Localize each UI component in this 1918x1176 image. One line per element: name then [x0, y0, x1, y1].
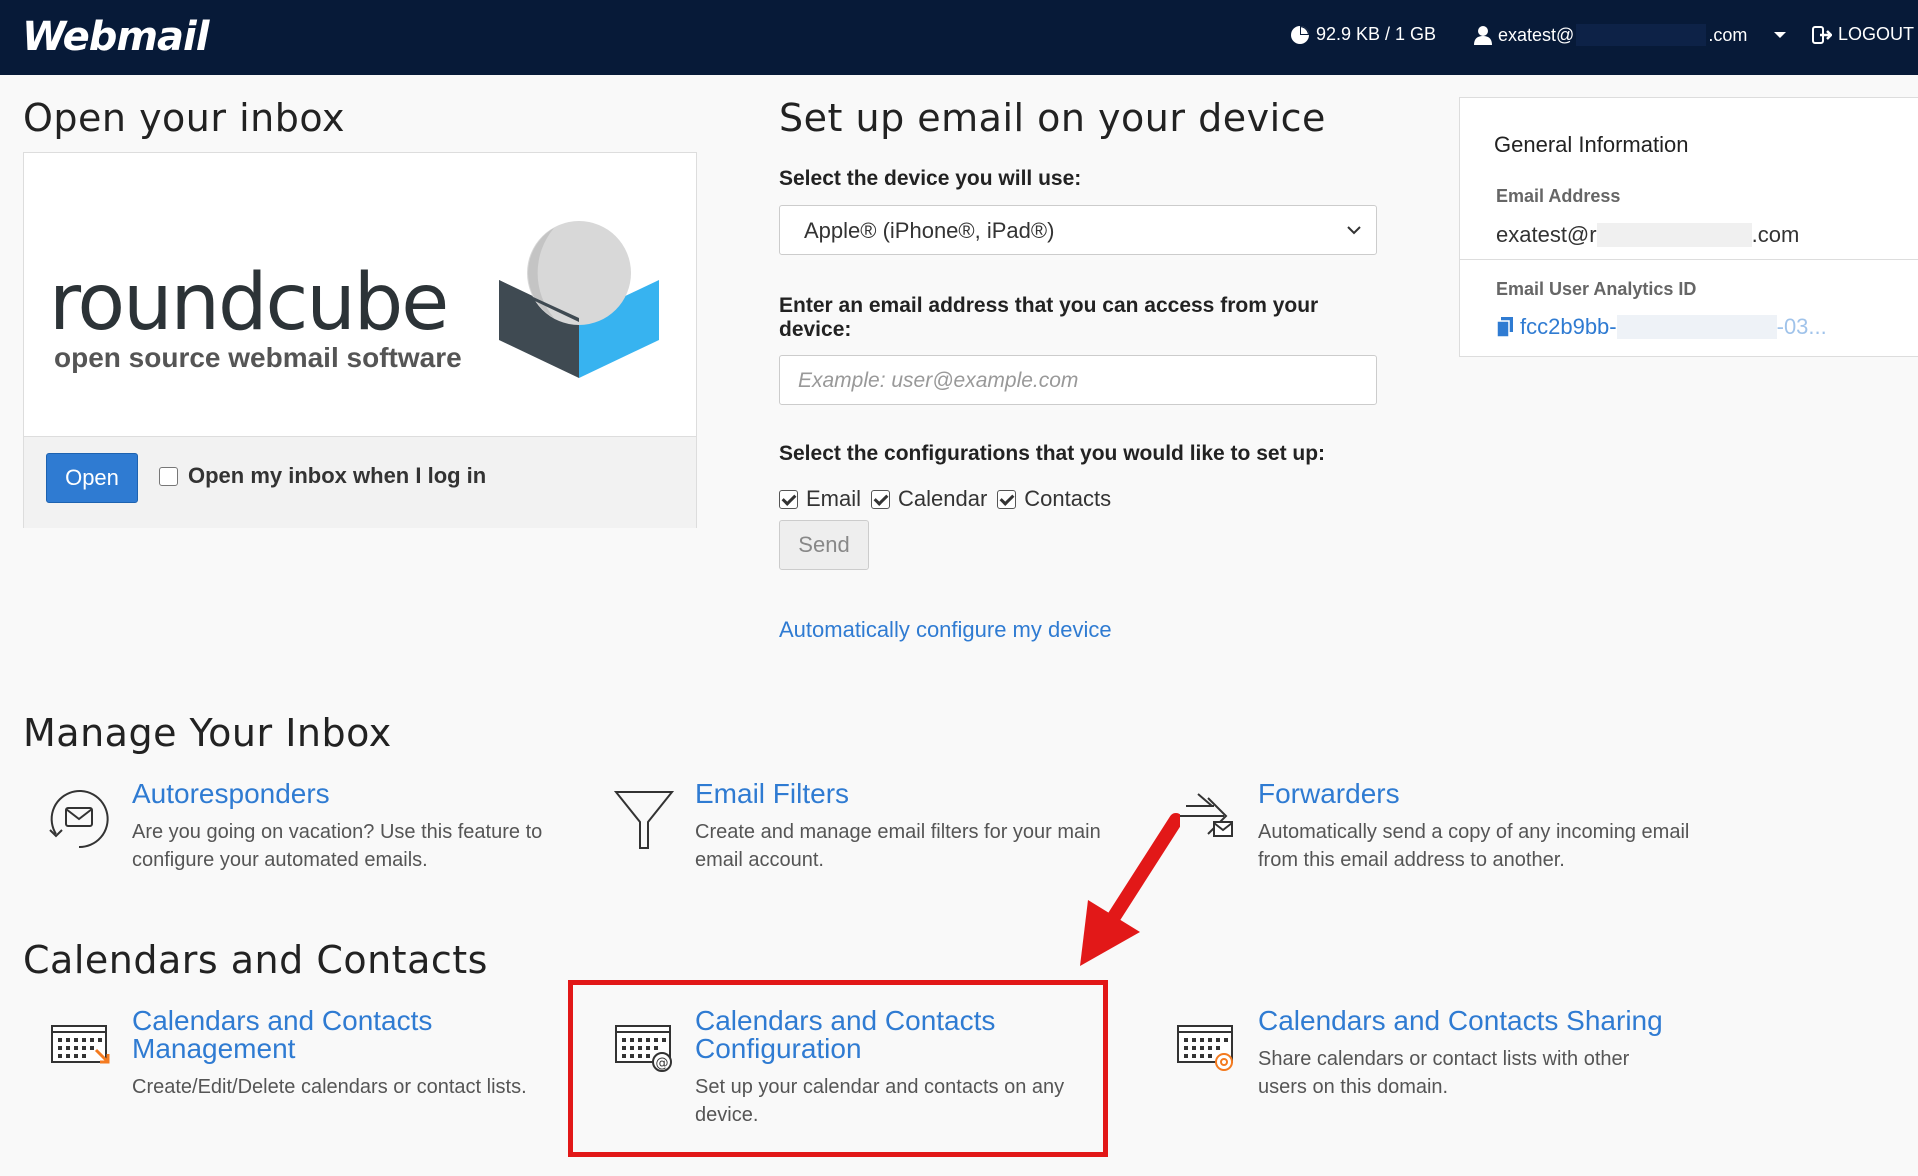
calendars-sharing-link[interactable]: Calendars and Contacts Sharing: [1258, 1007, 1698, 1035]
device-setup-heading: Set up email on your device: [779, 96, 1326, 140]
calendars-sharing-item: Calendars and Contacts Sharing Share cal…: [1258, 1007, 1698, 1101]
config-contacts-label: Contacts: [1024, 486, 1112, 511]
config-calendar-label: Calendar: [898, 486, 988, 511]
email-prefix: exatest@r: [1496, 222, 1597, 247]
email-address-info-value: exatest@r .com: [1496, 222, 1799, 248]
analytics-id-value[interactable]: fcc2b9bb- -03...: [1496, 314, 1827, 340]
calendars-management-link[interactable]: Calendars and Contacts Management: [132, 1007, 572, 1063]
open-on-login-label: Open my inbox when I log in: [188, 463, 487, 488]
config-checkboxes: Email Calendar Contacts: [779, 486, 1121, 512]
config-calendar-checkbox[interactable]: [871, 489, 891, 509]
forwarders-link[interactable]: Forwarders: [1258, 780, 1698, 808]
config-calendar-option[interactable]: Calendar: [871, 486, 987, 512]
email-suffix: .com: [1751, 222, 1800, 247]
calendars-management-item: Calendars and Contacts Management Create…: [132, 1007, 572, 1101]
general-info-panel: General Information Email Address exates…: [1459, 97, 1918, 357]
device-select-label: Select the device you will use:: [779, 167, 1082, 190]
roundcube-cube-icon: [499, 221, 659, 378]
redacted-block: [1596, 223, 1752, 247]
annotation-arrow-icon: [1080, 813, 1180, 966]
config-contacts-checkbox[interactable]: [997, 489, 1017, 509]
quota-text: 92.9 KB / 1 GB: [1316, 24, 1437, 44]
user-email-prefix: exatest@: [1498, 24, 1575, 45]
general-info-title: General Information: [1494, 132, 1689, 157]
autoresponders-item: Autoresponders Are you going on vacation…: [132, 780, 572, 874]
redacted-block: [1576, 24, 1707, 46]
autoresponder-icon: [49, 790, 109, 849]
divider: [1460, 259, 1918, 260]
analytics-id-label: Email User Analytics ID: [1496, 279, 1697, 299]
logout-label: LOGOUT: [1838, 24, 1915, 44]
brand-logo[interactable]: Webmail: [22, 14, 209, 60]
calendars-contacts-heading: Calendars and Contacts: [23, 938, 488, 982]
user-email-suffix: .com: [1708, 24, 1748, 45]
config-email-option[interactable]: Email: [779, 486, 861, 512]
disk-quota: 92.9 KB / 1 GB: [1290, 24, 1436, 45]
calendar-manage-icon: [51, 1025, 110, 1064]
email-filters-link[interactable]: Email Filters: [695, 780, 1135, 808]
roundcube-tagline: open source webmail software: [54, 342, 462, 373]
roundcube-wordmark: roundcube: [49, 258, 449, 348]
config-select-label: Select the configurations that you would…: [779, 442, 1326, 465]
filter-icon: [613, 791, 675, 849]
user-icon: [1474, 26, 1492, 45]
open-inbox-heading: Open your inbox: [23, 96, 345, 140]
send-button[interactable]: Send: [779, 520, 869, 570]
copy-icon[interactable]: [1496, 316, 1514, 338]
open-on-login-option[interactable]: Open my inbox when I log in: [159, 463, 486, 489]
open-on-login-checkbox[interactable]: [159, 466, 178, 486]
manage-inbox-heading: Manage Your Inbox: [23, 711, 392, 755]
config-email-checkbox[interactable]: [779, 489, 798, 509]
calendar-share-icon: [1177, 1025, 1233, 1071]
analytics-prefix: fcc2b9bb-: [1520, 314, 1617, 339]
logout-button[interactable]: LOGOUT: [1812, 24, 1914, 45]
roundcube-logo[interactable]: roundcube open source webmail software: [24, 153, 696, 436]
calendars-sharing-desc: Share calendars or contact lists with ot…: [1258, 1048, 1630, 1098]
email-filters-item: Email Filters Create and manage email fi…: [695, 780, 1135, 874]
forwarders-desc: Automatically send a copy of any incomin…: [1258, 821, 1690, 871]
email-address-info-label: Email Address: [1496, 186, 1621, 206]
roundcube-footer: Open Open my inbox when I log in: [24, 436, 696, 528]
device-select[interactable]: Apple® (iPhone®, iPad®): [779, 205, 1377, 255]
logout-icon: [1812, 25, 1832, 44]
analytics-suffix: -03...: [1776, 314, 1827, 339]
chevron-down-icon: [1347, 226, 1361, 235]
roundcube-panel: roundcube open source webmail software O…: [23, 152, 697, 528]
email-filters-desc: Create and manage email filters for your…: [695, 821, 1101, 871]
top-navbar: Webmail 92.9 KB / 1 GB exatest@ .com LOG…: [0, 0, 1918, 75]
caret-down-icon: [1774, 32, 1787, 38]
highlight-box: [568, 980, 1108, 1157]
pie-chart-icon: [1291, 25, 1309, 44]
config-contacts-option[interactable]: Contacts: [997, 486, 1111, 512]
email-address-input[interactable]: Example: user@example.com: [779, 355, 1377, 405]
device-select-value: Apple® (iPhone®, iPad®): [804, 218, 1055, 243]
auto-configure-link[interactable]: Automatically configure my device: [779, 617, 1112, 643]
user-menu[interactable]: exatest@ .com: [1474, 24, 1793, 46]
calendars-management-desc: Create/Edit/Delete calendars or contact …: [132, 1076, 527, 1098]
open-inbox-button[interactable]: Open: [46, 453, 138, 503]
forwarders-item: Forwarders Automatically send a copy of …: [1258, 780, 1698, 874]
autoresponders-desc: Are you going on vacation? Use this feat…: [132, 821, 543, 871]
autoresponders-link[interactable]: Autoresponders: [132, 780, 572, 808]
forwarder-icon: [1180, 793, 1233, 837]
email-address-label: Enter an email address that you can acce…: [779, 294, 1319, 341]
config-email-label: Email: [806, 486, 862, 511]
redacted-block: [1616, 315, 1777, 339]
